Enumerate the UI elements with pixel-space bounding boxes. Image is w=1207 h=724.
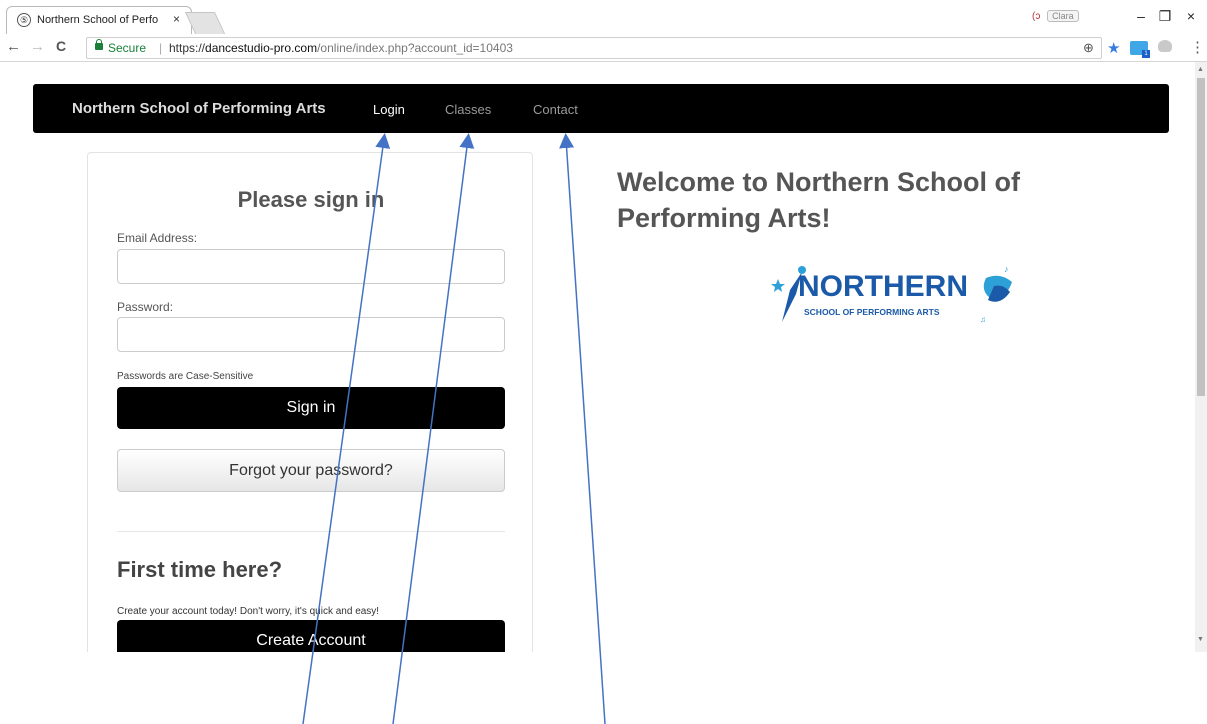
site-navbar: Northern School of Performing Arts Login…: [33, 84, 1169, 133]
tab-title: Northern School of Perfo: [37, 14, 159, 26]
signin-button[interactable]: Sign in: [117, 387, 505, 429]
back-arrow-icon[interactable]: ←: [6, 38, 21, 55]
create-account-button[interactable]: Create Account: [117, 620, 505, 652]
signin-title: Please sign in: [237, 187, 385, 212]
profile-icon: (ↄ: [1032, 11, 1041, 22]
tab-close-icon[interactable]: ×: [173, 12, 180, 26]
zoom-icon[interactable]: ⊕: [1083, 40, 1094, 56]
first-time-title: First time here?: [117, 557, 283, 582]
profile-name: Clara: [1047, 10, 1079, 22]
browser-window: ⑤ Northern School of Perfo × (ↄ Clara – …: [0, 0, 1207, 724]
browser-toolbar: ← → C Secure | https://dancestudio-pro.c…: [0, 34, 1207, 62]
close-window-button[interactable]: ×: [1176, 8, 1206, 24]
school-logo: ♪ ♫ NORTHERN SCHOOL OF PERFORMING ARTS: [768, 260, 1018, 330]
secure-label: Secure: [108, 41, 147, 55]
nav-login-link[interactable]: Login: [373, 102, 405, 117]
address-bar[interactable]: Secure | https://dancestudio-pro.com/onl…: [86, 37, 1120, 59]
password-hint: Passwords are Case-Sensitive: [117, 371, 254, 382]
browser-tab[interactable]: ⑤ Northern School of Perfo ×: [6, 6, 192, 34]
url-host: dancestudio-pro.com: [205, 41, 318, 55]
url-text: https://dancestudio-pro.com/online/index…: [169, 41, 513, 55]
email-label: Email Address:: [117, 231, 198, 245]
logo-tagline: SCHOOL OF PERFORMING ARTS: [804, 307, 940, 317]
welcome-heading: Welcome to Northern School of Performing…: [617, 167, 1021, 233]
url-path: /online/index.php?account_id=10403: [317, 41, 513, 55]
forgot-password-button[interactable]: Forgot your password?: [117, 449, 505, 492]
email-field[interactable]: [117, 249, 505, 284]
extension-badge: 1: [1142, 50, 1150, 58]
nav-classes-link[interactable]: Classes: [445, 102, 491, 117]
scroll-thumb[interactable]: [1197, 78, 1205, 396]
title-bar: ⑤ Northern School of Perfo × (ↄ Clara – …: [0, 0, 1207, 34]
forward-arrow-icon[interactable]: →: [30, 38, 45, 55]
cloud-extension-icon[interactable]: [1158, 40, 1172, 52]
menu-icon[interactable]: ⋮: [1190, 38, 1205, 56]
password-field[interactable]: [117, 317, 505, 352]
lock-icon: [95, 39, 103, 50]
site-favicon-icon: ⑤: [17, 13, 31, 27]
url-scheme: https://: [169, 41, 206, 55]
page-scrollbar[interactable]: ▲ ▼: [1195, 62, 1207, 652]
nav-contact-link[interactable]: Contact: [533, 102, 578, 117]
reload-icon[interactable]: C: [56, 38, 66, 54]
navbar-brand[interactable]: Northern School of Performing Arts: [72, 100, 326, 117]
scroll-down-icon[interactable]: ▼: [1197, 636, 1204, 643]
profile-button[interactable]: (ↄ Clara: [1032, 10, 1079, 22]
password-label: Password:: [117, 300, 174, 314]
divider: [117, 531, 505, 532]
logo-wordmark: NORTHERN: [798, 270, 968, 303]
svg-text:♪: ♪: [1004, 264, 1009, 274]
extension-icon[interactable]: 1: [1130, 41, 1150, 58]
first-time-text: Create your account today! Don't worry, …: [117, 606, 380, 617]
signin-panel: Please sign in Email Address: Password: …: [87, 152, 533, 652]
url-separator: |: [159, 41, 163, 55]
page-viewport: Northern School of Performing Arts Login…: [0, 62, 1195, 652]
svg-text:♫: ♫: [980, 315, 986, 324]
scroll-up-icon[interactable]: ▲: [1197, 66, 1204, 73]
bookmark-star-icon[interactable]: ★: [1107, 39, 1120, 57]
